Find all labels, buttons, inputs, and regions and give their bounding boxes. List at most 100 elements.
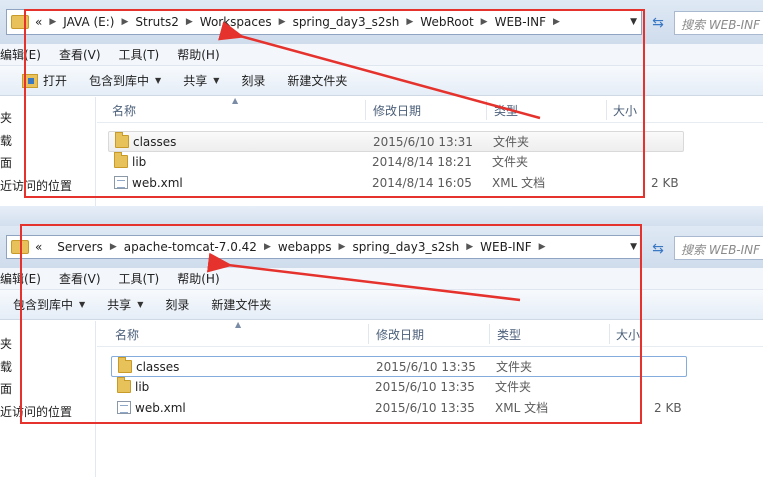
file-date: 2014/8/14 16:05 bbox=[372, 176, 472, 190]
column-divider[interactable] bbox=[368, 324, 369, 344]
column-header-type[interactable]: 类型 bbox=[497, 321, 521, 347]
share-label: 共享 bbox=[107, 298, 132, 312]
breadcrumb-overflow[interactable]: « bbox=[35, 15, 42, 29]
menu-help[interactable]: 帮助(H) bbox=[168, 46, 228, 63]
file-date: 2015/6/10 13:35 bbox=[376, 360, 476, 374]
file-row[interactable]: lib 2014/8/14 18:21 文件夹 bbox=[108, 152, 684, 173]
command-bar: 打开 包含到库中 ▼ 共享 ▼ 刻录 新建文件夹 bbox=[0, 66, 763, 96]
breadcrumb-item[interactable]: Workspaces bbox=[200, 15, 272, 29]
new-folder-label: 新建文件夹 bbox=[287, 74, 348, 88]
file-type: 文件夹 bbox=[495, 380, 532, 394]
menu-help[interactable]: 帮助(H) bbox=[168, 270, 228, 287]
new-folder-button[interactable]: 新建文件夹 bbox=[276, 72, 358, 89]
file-name: lib bbox=[135, 380, 150, 394]
nav-item-recent-places[interactable]: 近访问的位置 bbox=[0, 177, 72, 195]
chevron-right-icon[interactable]: ▶ bbox=[466, 242, 473, 252]
xml-file-icon bbox=[114, 176, 128, 189]
share-button[interactable]: 共享 ▼ bbox=[96, 296, 154, 313]
folder-icon bbox=[118, 357, 132, 373]
open-icon bbox=[22, 73, 38, 88]
folder-icon bbox=[11, 15, 29, 29]
breadcrumb-item[interactable]: apache-tomcat-7.0.42 bbox=[124, 240, 257, 254]
breadcrumb-item[interactable]: JAVA (E:) bbox=[63, 15, 114, 29]
column-header-date[interactable]: 修改日期 bbox=[376, 321, 424, 347]
file-row[interactable]: web.xml 2014/8/14 16:05 XML 文档 2 KB bbox=[108, 173, 684, 194]
folder-icon bbox=[11, 240, 29, 254]
breadcrumb-overflow[interactable]: « bbox=[35, 240, 42, 254]
nav-item-desktop[interactable]: 面 bbox=[0, 380, 12, 398]
burn-button[interactable]: 刻录 bbox=[230, 72, 276, 89]
search-input[interactable]: 搜索 WEB-INF bbox=[674, 236, 763, 260]
nav-item-downloads[interactable]: 载 bbox=[0, 358, 12, 376]
chevron-right-icon[interactable]: ▶ bbox=[49, 17, 56, 27]
nav-item-desktop[interactable]: 面 bbox=[0, 154, 12, 172]
breadcrumb-item[interactable]: spring_day3_s2sh bbox=[352, 240, 459, 254]
file-date: 2014/8/14 18:21 bbox=[372, 155, 472, 169]
nav-item-recent-places[interactable]: 近访问的位置 bbox=[0, 403, 72, 421]
include-in-library-label: 包含到库中 bbox=[89, 74, 150, 88]
chevron-right-icon[interactable]: ▶ bbox=[481, 17, 488, 27]
file-type: XML 文档 bbox=[495, 401, 549, 415]
address-bar[interactable]: « ▶ Servers ▶ apache-tomcat-7.0.42 ▶ web… bbox=[6, 235, 642, 259]
refresh-icon[interactable]: ⇆ bbox=[648, 13, 668, 33]
menu-tools[interactable]: 工具(T) bbox=[110, 46, 169, 63]
column-header-name[interactable]: 名称 bbox=[112, 97, 136, 123]
chevron-right-icon[interactable]: ▶ bbox=[186, 17, 193, 27]
chevron-right-icon[interactable]: ▶ bbox=[110, 242, 117, 252]
breadcrumb-item[interactable]: WEB-INF bbox=[495, 15, 546, 29]
include-in-library-button[interactable]: 包含到库中 ▼ bbox=[78, 72, 172, 89]
refresh-icon[interactable]: ⇆ bbox=[648, 239, 668, 259]
chevron-down-icon[interactable]: ▼ bbox=[630, 242, 637, 252]
chevron-right-icon[interactable]: ▶ bbox=[406, 17, 413, 27]
breadcrumb-item[interactable]: Struts2 bbox=[135, 15, 178, 29]
column-divider[interactable] bbox=[486, 100, 487, 120]
menu-view[interactable]: 查看(V) bbox=[50, 46, 110, 63]
menu-edit[interactable]: 编辑(E) bbox=[0, 270, 50, 287]
window-separator bbox=[0, 206, 763, 226]
breadcrumb-item[interactable]: Servers bbox=[57, 240, 103, 254]
column-header-type[interactable]: 类型 bbox=[494, 97, 518, 123]
new-folder-button[interactable]: 新建文件夹 bbox=[200, 296, 282, 313]
open-button[interactable]: 打开 bbox=[0, 72, 78, 89]
new-folder-label: 新建文件夹 bbox=[211, 298, 272, 312]
column-divider[interactable] bbox=[609, 324, 610, 344]
breadcrumb-item[interactable]: webapps bbox=[278, 240, 332, 254]
file-row[interactable]: web.xml 2015/6/10 13:35 XML 文档 2 KB bbox=[111, 398, 687, 419]
column-divider[interactable] bbox=[606, 100, 607, 120]
explorer-window-workspace: « ▶ JAVA (E:) ▶ Struts2 ▶ Workspaces ▶ s… bbox=[0, 0, 763, 206]
chevron-down-icon[interactable]: ▼ bbox=[630, 17, 637, 27]
file-row[interactable]: classes 2015/6/10 13:31 文件夹 bbox=[108, 131, 684, 152]
column-header-name[interactable]: 名称 bbox=[115, 321, 139, 347]
file-row[interactable]: lib 2015/6/10 13:35 文件夹 bbox=[111, 377, 687, 398]
chevron-right-icon[interactable]: ▶ bbox=[553, 17, 560, 27]
menu-edit[interactable]: 编辑(E) bbox=[0, 46, 50, 63]
column-header-row: ▲ 名称 修改日期 类型 大小 bbox=[97, 320, 763, 347]
column-header-size[interactable]: 大小 bbox=[613, 97, 637, 123]
column-header-date[interactable]: 修改日期 bbox=[373, 97, 421, 123]
nav-item-favorites[interactable]: 夹 bbox=[0, 109, 12, 127]
column-header-size[interactable]: 大小 bbox=[616, 321, 640, 347]
nav-item-downloads[interactable]: 载 bbox=[0, 132, 12, 150]
nav-item-favorites[interactable]: 夹 bbox=[0, 335, 12, 353]
include-in-library-button[interactable]: 包含到库中 ▼ bbox=[0, 296, 96, 313]
address-bar[interactable]: « ▶ JAVA (E:) ▶ Struts2 ▶ Workspaces ▶ s… bbox=[6, 9, 642, 35]
search-input[interactable]: 搜索 WEB-INF bbox=[674, 11, 763, 35]
file-size: 2 KB bbox=[651, 176, 679, 190]
chevron-down-icon: ▼ bbox=[79, 300, 86, 309]
chevron-right-icon[interactable]: ▶ bbox=[264, 242, 271, 252]
breadcrumb-item[interactable]: spring_day3_s2sh bbox=[293, 15, 400, 29]
chevron-right-icon[interactable]: ▶ bbox=[539, 242, 546, 252]
menu-view[interactable]: 查看(V) bbox=[50, 270, 110, 287]
breadcrumb-item[interactable]: WebRoot bbox=[420, 15, 473, 29]
file-row[interactable]: classes 2015/6/10 13:35 文件夹 bbox=[111, 356, 687, 377]
chevron-right-icon[interactable]: ▶ bbox=[339, 242, 346, 252]
share-button[interactable]: 共享 ▼ bbox=[172, 72, 230, 89]
burn-button[interactable]: 刻录 bbox=[154, 296, 200, 313]
column-divider[interactable] bbox=[489, 324, 490, 344]
column-divider[interactable] bbox=[365, 100, 366, 120]
breadcrumb-item[interactable]: WEB-INF bbox=[480, 240, 531, 254]
chevron-right-icon[interactable]: ▶ bbox=[122, 17, 129, 27]
menu-tools[interactable]: 工具(T) bbox=[110, 270, 169, 287]
chevron-right-icon[interactable]: ▶ bbox=[279, 17, 286, 27]
file-type: 文件夹 bbox=[492, 155, 529, 169]
